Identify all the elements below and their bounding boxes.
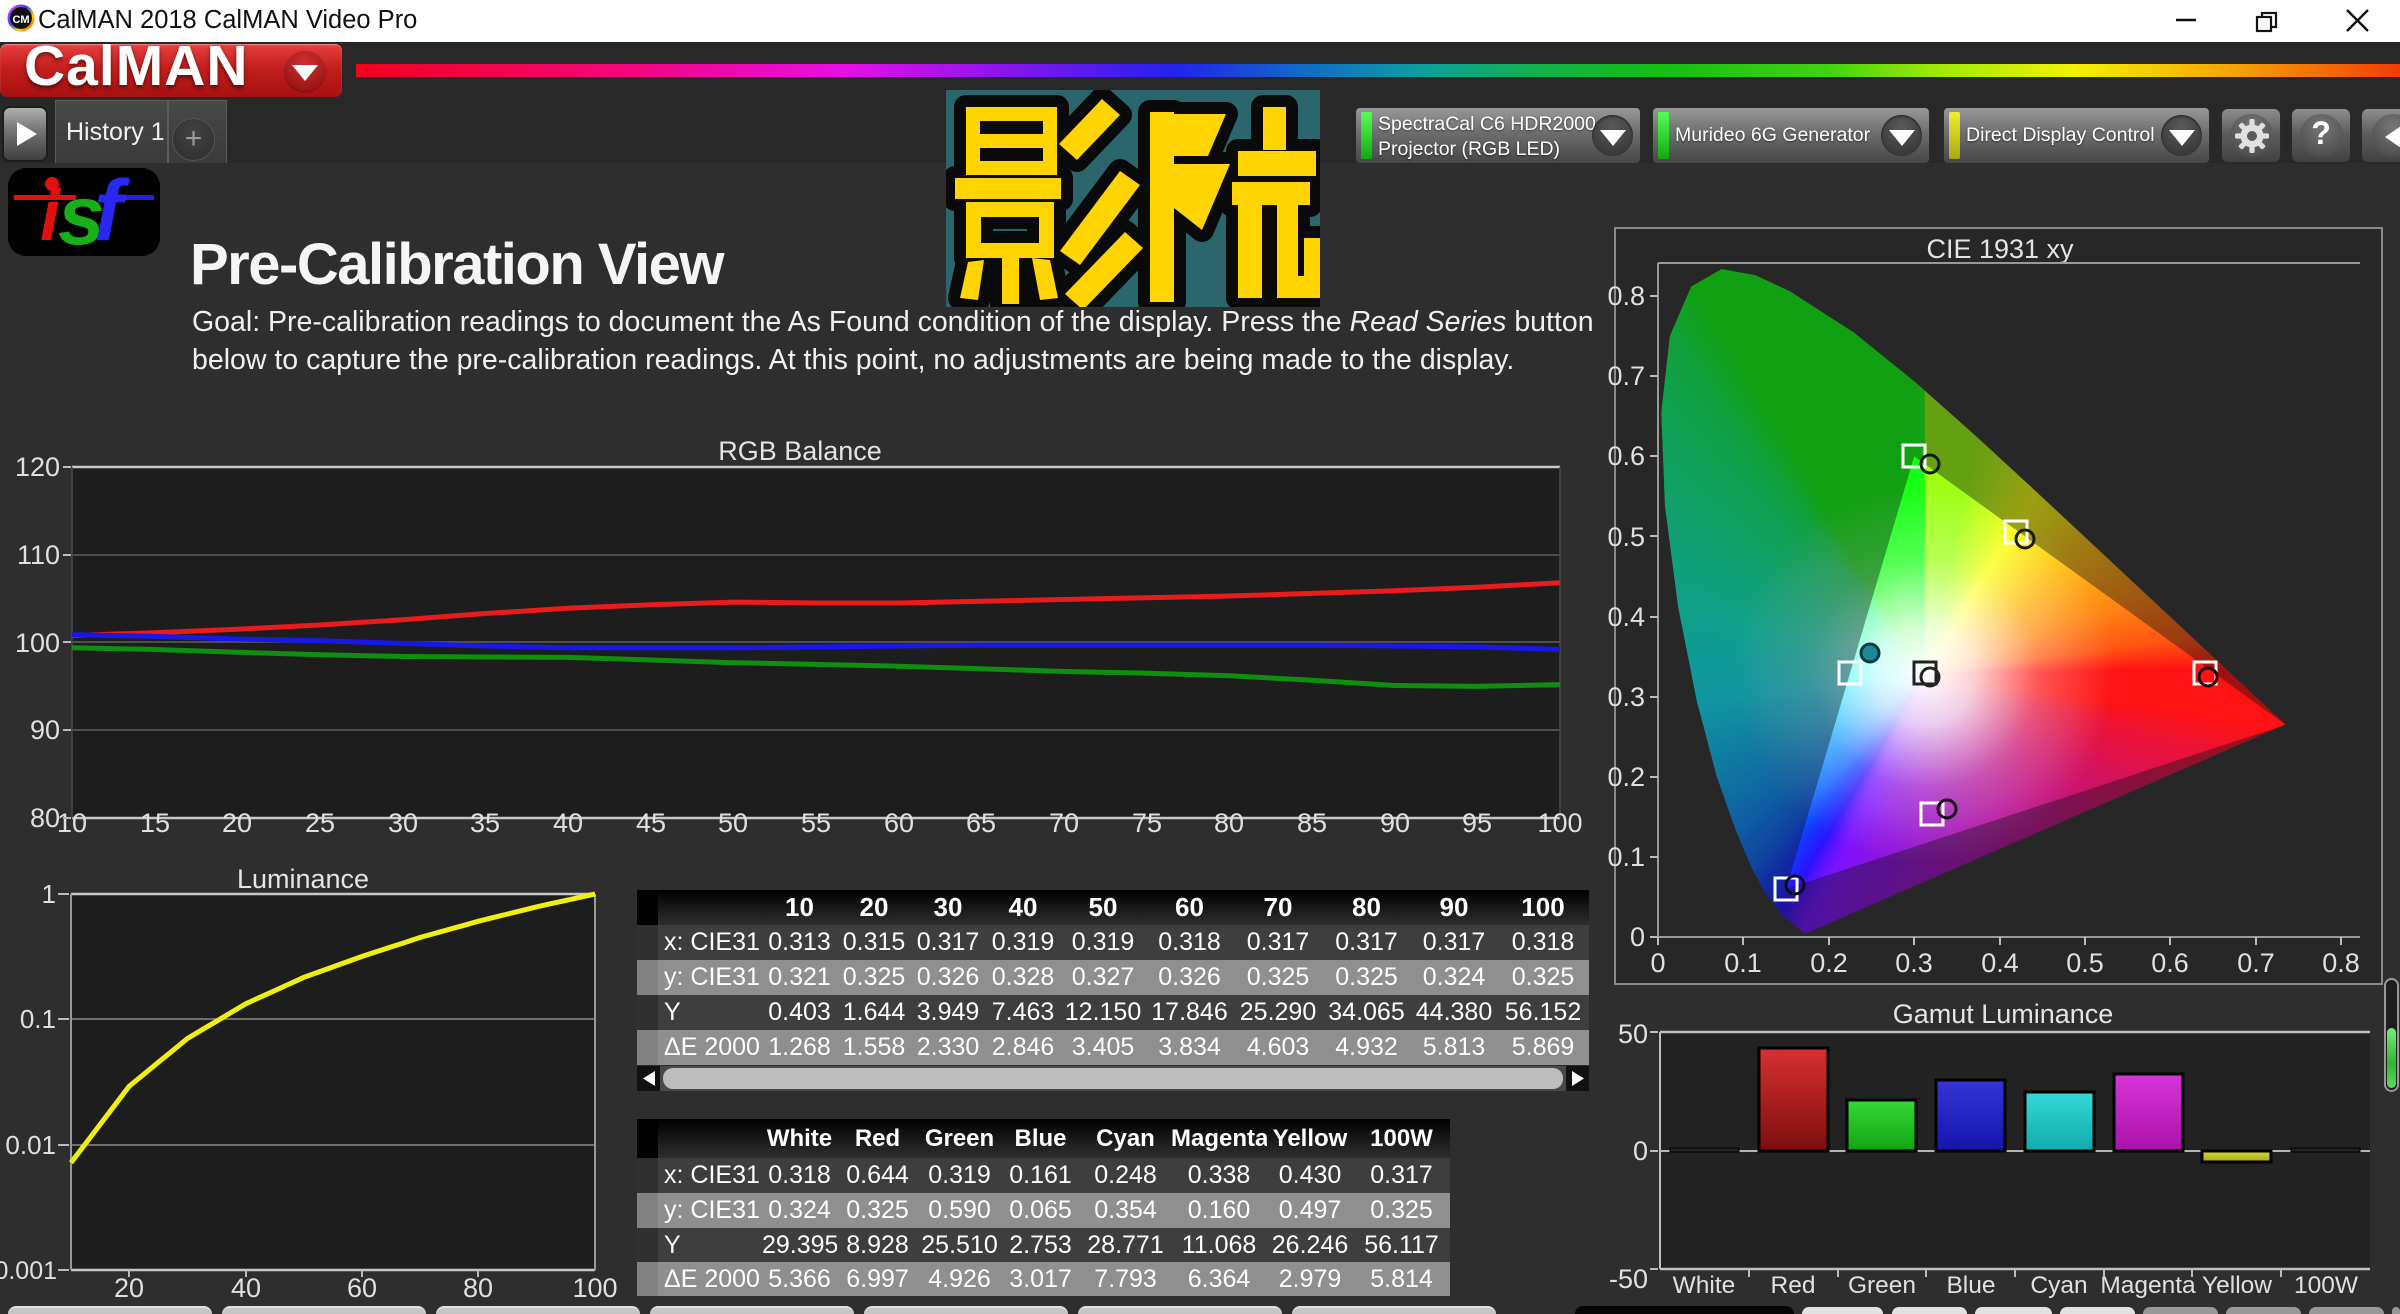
svg-text:Magenta: Magenta	[2100, 1272, 2196, 1299]
svg-text:White: White	[1673, 1272, 1736, 1299]
svg-text:Cyan: Cyan	[2030, 1272, 2087, 1299]
svg-text:Yellow: Yellow	[2202, 1272, 2272, 1299]
svg-text:Red: Red	[1771, 1272, 1816, 1299]
svg-text:0: 0	[1633, 1136, 1648, 1166]
svg-text:-50: -50	[1609, 1264, 1648, 1294]
svg-text:50: 50	[1618, 1019, 1648, 1049]
svg-text:100W: 100W	[2294, 1272, 2359, 1299]
svg-text:Green: Green	[1848, 1272, 1916, 1299]
svg-text:Blue: Blue	[1946, 1272, 1995, 1299]
svg-text:Gamut Luminance: Gamut Luminance	[1893, 999, 2114, 1029]
